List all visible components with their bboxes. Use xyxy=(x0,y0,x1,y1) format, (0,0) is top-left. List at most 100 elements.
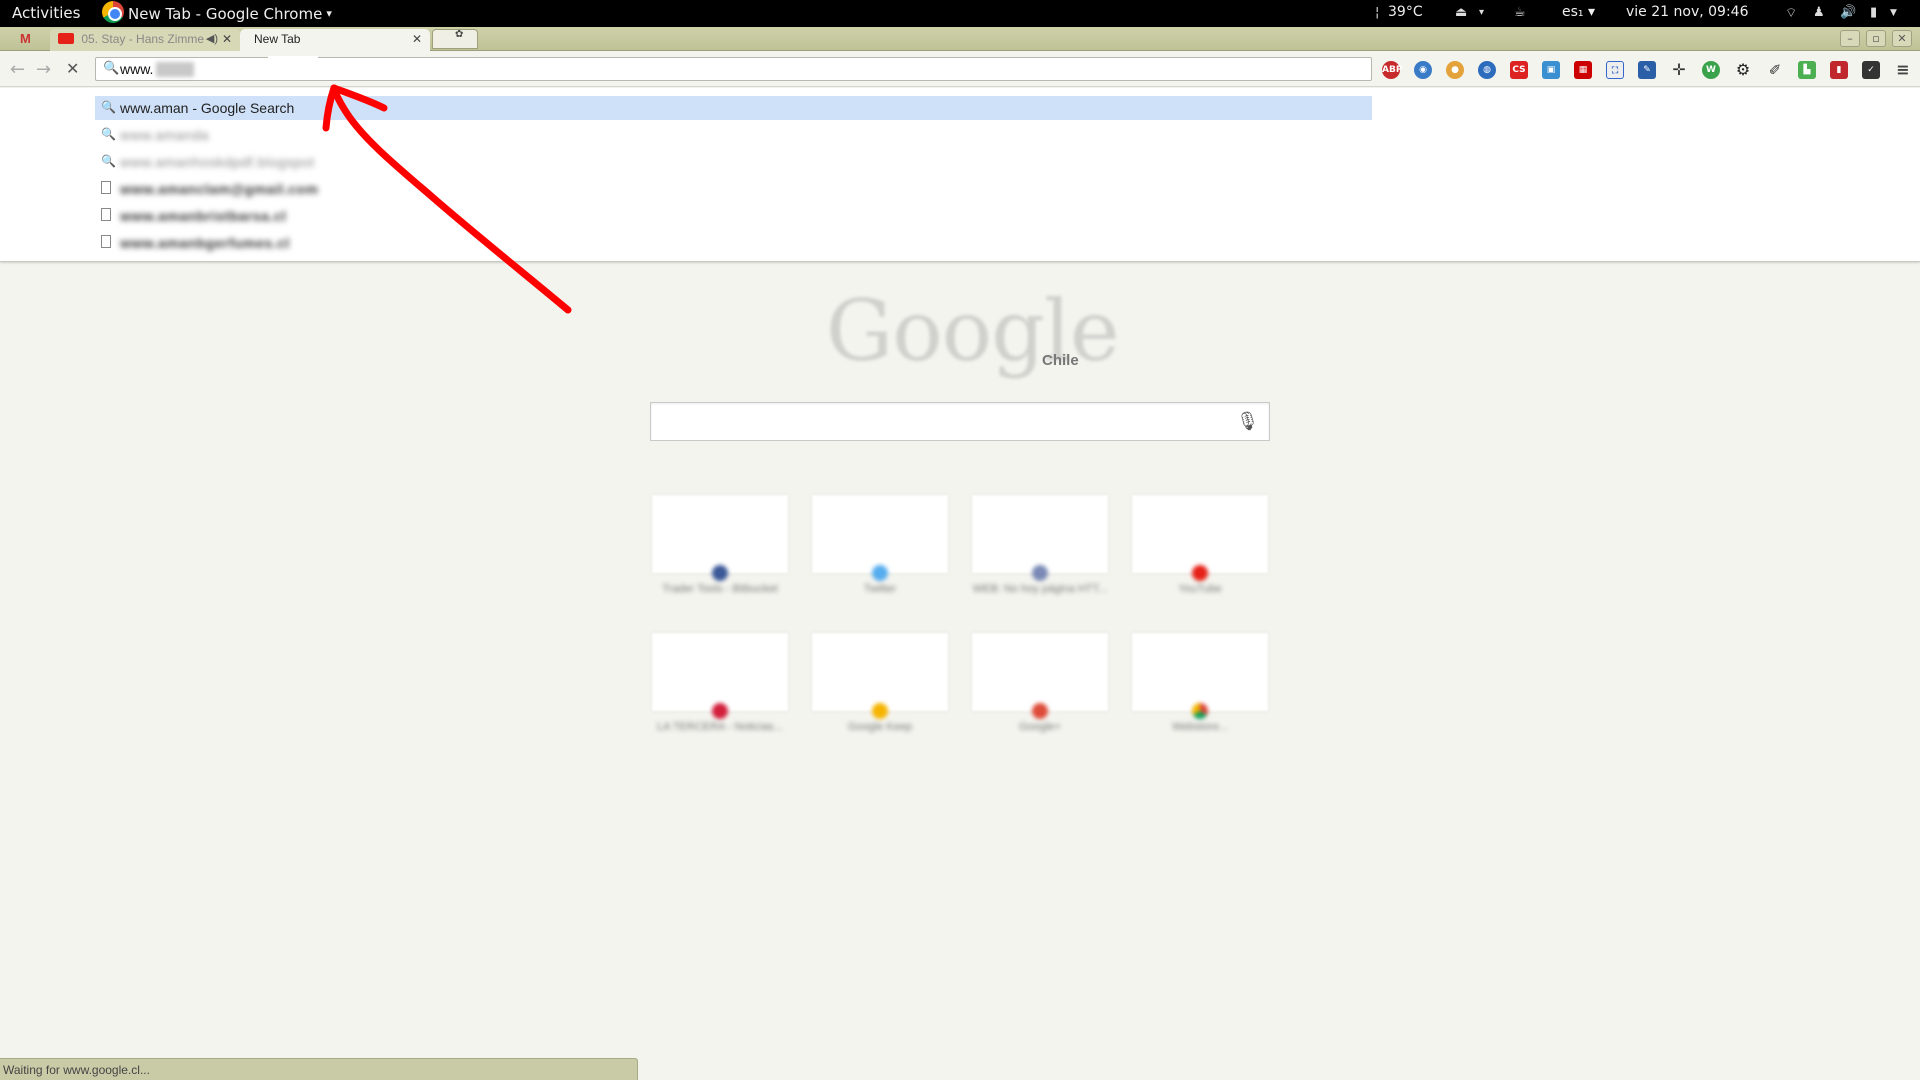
omnibox-suggestions: 🔍 www.aman - Google Search 🔍 www.amanda … xyxy=(0,88,1920,262)
suggestion-label: www.aman - Google Search xyxy=(120,100,295,116)
extension-globe-icon[interactable]: ◉ xyxy=(1414,61,1432,79)
screenshot-icon[interactable]: ▣ xyxy=(1542,61,1560,79)
most-visited-tile[interactable]: LA TERCERA - Noticias... xyxy=(652,633,788,733)
system-menu-arrow-icon[interactable]: ▼ xyxy=(1890,8,1897,18)
most-visited-tile[interactable]: YouTube xyxy=(1132,495,1268,595)
activities-button[interactable]: Activities xyxy=(12,4,80,22)
volume-icon[interactable]: 🔊 xyxy=(1840,5,1856,20)
most-visited-tile[interactable]: Google Keep xyxy=(812,633,948,733)
most-visited-tile[interactable]: Twitter xyxy=(812,495,948,595)
tile-title: Google+ xyxy=(1019,721,1061,733)
search-icon: 🔍 xyxy=(101,127,116,141)
back-button[interactable]: ← xyxy=(10,59,25,80)
tile-title: WEB: No hoy página HTT... xyxy=(972,583,1108,595)
notification-icon[interactable]: ☕ xyxy=(1514,5,1526,20)
google-country-label: Chile xyxy=(1042,352,1079,369)
audio-playing-icon[interactable]: ◀) xyxy=(206,32,218,45)
suggestion-label: www.amanclam@gmail.com xyxy=(120,181,319,197)
suggestion-item[interactable]: www.amanclam@gmail.com xyxy=(95,177,1372,201)
battery-icon[interactable]: ▮ xyxy=(1870,5,1877,20)
omnibox-input[interactable]: www. xyxy=(120,61,153,77)
omnibox[interactable]: 🔍 www. xyxy=(95,56,1372,81)
tile-favicon xyxy=(872,703,888,719)
tile-favicon xyxy=(1192,703,1208,719)
suggestion-item[interactable]: 🔍 www.amanhoskdpdf.blogspot xyxy=(95,150,1372,174)
pocket-icon[interactable]: ✓ xyxy=(1862,61,1880,79)
wifi-icon[interactable]: ⌔ xyxy=(1785,5,1797,21)
tile-thumbnail xyxy=(1132,633,1268,711)
tab-youtube[interactable]: 05. Stay - Hans Zimme ◀) ✕ xyxy=(50,29,240,51)
most-visited-tile[interactable]: Google+ xyxy=(972,633,1108,733)
omnibox-redaction xyxy=(268,56,318,74)
menu-icon[interactable]: ≡ xyxy=(1894,61,1912,79)
eyedropper-icon[interactable]: ✐ xyxy=(1766,61,1784,79)
tab-gmail[interactable]: M xyxy=(12,29,52,51)
gear-icon[interactable]: ⚙ xyxy=(1734,61,1752,79)
tile-thumbnail xyxy=(812,633,948,711)
tab-title: 05. Stay - Hans Zimme xyxy=(81,32,205,46)
adblock-plus-icon[interactable]: ABP xyxy=(1382,61,1402,79)
wordpress-icon[interactable]: W xyxy=(1702,61,1720,79)
edit-icon[interactable]: ✎ xyxy=(1638,61,1656,79)
tile-favicon xyxy=(1032,565,1048,581)
suggestion-label: www.amanbgerfumes.cl xyxy=(120,235,290,251)
tab-title: New Tab xyxy=(254,32,301,46)
microphone-icon[interactable]: 🎙 xyxy=(1236,411,1259,432)
omnibox-inline-autocomplete xyxy=(156,62,194,77)
tab-new-tab[interactable]: New Tab ✕ xyxy=(240,29,430,51)
user-icon[interactable]: ♟ xyxy=(1813,5,1825,20)
most-visited-tile[interactable]: Trader Tools - Bitbucket xyxy=(652,495,788,595)
most-visited-tile[interactable]: Webstore... xyxy=(1132,633,1268,733)
close-window-button[interactable]: ✕ xyxy=(1892,30,1912,47)
bookmark-icon[interactable]: ▮ xyxy=(1830,61,1848,79)
status-bubble: Waiting for www.google.cl... xyxy=(0,1058,638,1080)
search-icon: 🔍 xyxy=(103,61,120,76)
tile-favicon xyxy=(1032,703,1048,719)
suggestion-item[interactable]: www.amanbristbarsa.cl xyxy=(95,204,1372,228)
eject-icon[interactable]: ⏏ xyxy=(1455,5,1467,20)
search-icon: 🔍 xyxy=(101,100,116,114)
suggestion-item[interactable]: 🔍 www.amanda xyxy=(95,123,1372,147)
page-icon xyxy=(101,208,111,224)
tile-favicon xyxy=(712,703,728,719)
tile-title: Twitter xyxy=(863,583,897,595)
close-tab-icon[interactable]: ✕ xyxy=(412,32,422,46)
tile-favicon xyxy=(712,565,728,581)
browser-toolbar: ← → ✕ 🔍 www. ABP ◉ ● ◍ CS ▣ ▦ ⛶ ✎ ✛ W ⚙ … xyxy=(0,51,1920,87)
maximize-button[interactable]: ▫ xyxy=(1866,30,1886,47)
most-visited-tile[interactable]: WEB: No hoy página HTT... xyxy=(972,495,1108,595)
earth-icon[interactable]: ◍ xyxy=(1478,61,1496,79)
tile-thumbnail xyxy=(652,633,788,711)
cors-icon[interactable]: CS xyxy=(1510,61,1528,79)
tile-thumbnail xyxy=(652,495,788,573)
clock[interactable]: vie 21 nov, 09:46 xyxy=(1626,4,1748,20)
crosshair-icon[interactable]: ✛ xyxy=(1670,61,1688,79)
window-resize-icon[interactable]: ⛶ xyxy=(1606,61,1624,79)
suggestion-label: www.amanda xyxy=(120,127,210,143)
thermometer-icon: ¦ xyxy=(1375,5,1380,20)
forward-button[interactable]: → xyxy=(36,59,51,80)
suggestion-label: www.amanbristbarsa.cl xyxy=(120,208,287,224)
app-menu-arrow-icon: ▾ xyxy=(326,7,332,20)
youtube-icon xyxy=(58,33,74,44)
page-icon xyxy=(101,181,111,197)
app-menu[interactable]: New Tab - Google Chrome ▾ xyxy=(102,1,332,23)
keyboard-layout-menu[interactable]: es₁ ▾ xyxy=(1562,4,1595,20)
tile-thumbnail xyxy=(972,495,1108,573)
eject-menu-arrow-icon[interactable]: ▾ xyxy=(1479,7,1484,18)
suggestion-item-selected[interactable]: 🔍 www.aman - Google Search xyxy=(95,96,1372,120)
tile-favicon xyxy=(1192,565,1208,581)
close-tab-icon[interactable]: ✕ xyxy=(222,32,232,46)
new-tab-button[interactable]: ✿ xyxy=(432,29,478,49)
evernote-icon[interactable]: ▙ xyxy=(1798,61,1816,79)
lastpass-icon[interactable]: ▦ xyxy=(1574,61,1592,79)
suggestion-item[interactable]: www.amanbgerfumes.cl xyxy=(95,231,1372,255)
minimize-button[interactable]: – xyxy=(1840,30,1860,47)
chrome-icon xyxy=(102,1,124,23)
temperature-label[interactable]: 39°C xyxy=(1388,4,1423,20)
stop-button[interactable]: ✕ xyxy=(66,59,79,78)
page-icon xyxy=(101,235,111,251)
cookie-icon[interactable]: ● xyxy=(1446,61,1464,79)
tile-title: LA TERCERA - Noticias... xyxy=(657,721,783,733)
ntp-search-input[interactable]: 🎙 xyxy=(650,402,1270,441)
